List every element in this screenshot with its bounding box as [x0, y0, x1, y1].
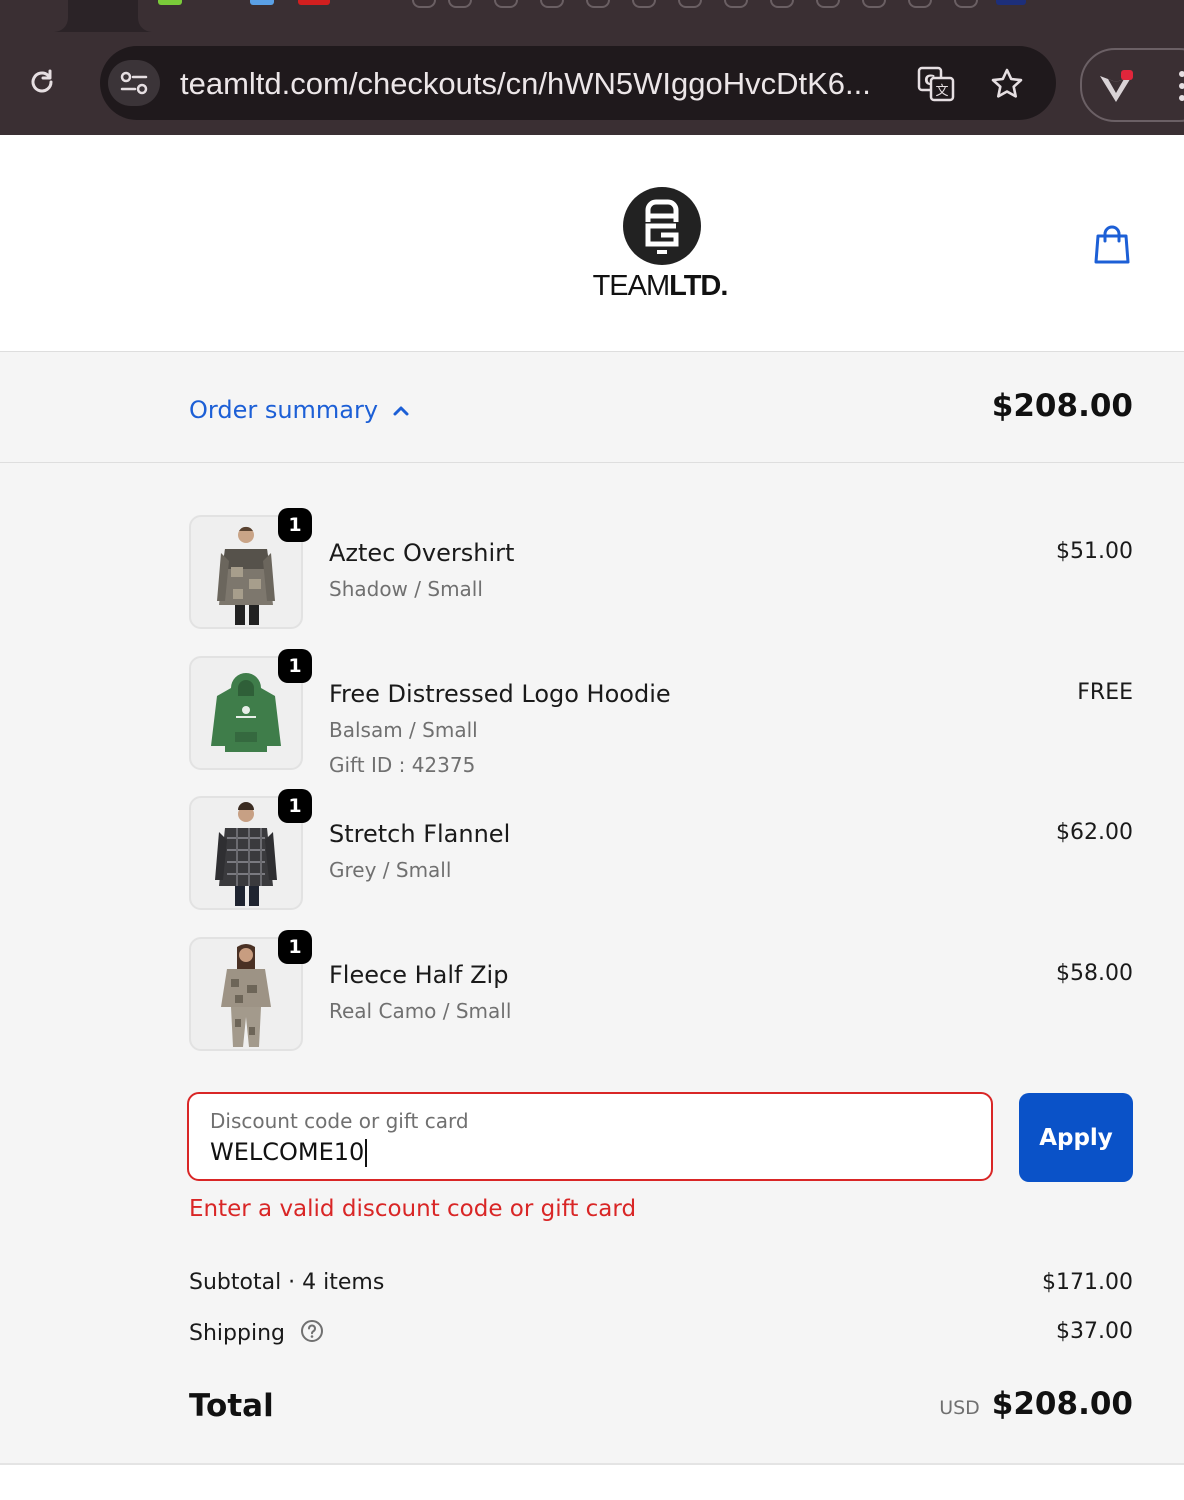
previous-tab[interactable]	[0, 0, 68, 32]
line-item: 1 Stretch Flannel Grey / Small $62.00	[189, 789, 1133, 914]
site-info-icon[interactable]	[108, 60, 160, 106]
order-summary-toggle[interactable]: Order summary	[189, 392, 410, 428]
item-variant: Balsam / Small	[329, 718, 478, 742]
line-item: 1 Fleece Half Zip Real Camo / Small $58.…	[189, 930, 1133, 1055]
chevron-up-icon	[392, 403, 410, 417]
currency-code: USD	[939, 1397, 980, 1419]
brand-wordmark: TEAMLTD.	[560, 270, 760, 303]
shopping-bag-icon[interactable]	[1092, 222, 1132, 266]
translate-icon[interactable]: G文	[914, 64, 958, 104]
tab-favicon	[996, 0, 1026, 5]
quantity-badge: 1	[278, 508, 312, 542]
reload-icon[interactable]	[22, 62, 62, 102]
browser-chrome: teamltd.com/checkouts/cn/hWN5WIggoHvcDtK…	[0, 0, 1184, 135]
item-price: $51.00	[1056, 539, 1133, 564]
quantity-badge: 1	[278, 930, 312, 964]
shipping-row: Shipping $37.00	[189, 1319, 1133, 1349]
total-label: Total	[189, 1388, 274, 1424]
item-name: Fleece Half Zip	[329, 961, 509, 989]
shipping-label: Shipping	[189, 1321, 285, 1346]
product-thumbnail: 1	[189, 508, 312, 629]
line-item: 1 Free Distressed Logo Hoodie Balsam / S…	[189, 649, 1133, 777]
item-variant: Shadow / Small	[329, 577, 483, 601]
apply-button[interactable]: Apply	[1019, 1093, 1133, 1182]
summary-total-price: $208.00	[991, 388, 1133, 424]
discount-input-value[interactable]: WELCOME10	[210, 1138, 368, 1167]
subtotal-label: Subtotal · 4 items	[189, 1270, 385, 1295]
product-thumbnail: 1	[189, 789, 312, 910]
discount-input-label: Discount code or gift card	[210, 1109, 469, 1133]
tab-favicon	[250, 0, 274, 5]
item-price: FREE	[1077, 680, 1133, 705]
url-text[interactable]: teamltd.com/checkouts/cn/hWN5WIggoHvcDtK…	[180, 64, 880, 104]
subtotal-row: Subtotal · 4 items $171.00	[189, 1270, 1133, 1295]
item-price: $58.00	[1056, 961, 1133, 986]
active-tab[interactable]	[138, 0, 1184, 32]
svg-text:文: 文	[935, 84, 948, 99]
subtotal-value: $171.00	[1042, 1270, 1133, 1295]
product-thumbnail: 1	[189, 649, 312, 770]
extension-icon[interactable]	[1094, 66, 1138, 106]
line-item: 1 Aztec Overshirt Shadow / Small $51.00	[189, 508, 1133, 633]
brand-logo-icon[interactable]	[623, 187, 701, 265]
help-circle-icon[interactable]	[300, 1319, 324, 1349]
item-name: Stretch Flannel	[329, 820, 511, 848]
product-thumbnail: 1	[189, 930, 312, 1051]
shipping-value: $37.00	[1056, 1319, 1133, 1344]
discount-error-message: Enter a valid discount code or gift card	[189, 1196, 637, 1222]
order-summary-label: Order summary	[189, 396, 379, 424]
text-caret	[365, 1139, 368, 1167]
item-variant: Grey / Small	[329, 858, 452, 882]
item-gift-id: Gift ID : 42375	[329, 753, 476, 777]
tab-favicon	[158, 0, 182, 5]
quantity-badge: 1	[278, 649, 312, 683]
bookmark-star-icon[interactable]	[985, 62, 1029, 106]
item-variant: Real Camo / Small	[329, 999, 512, 1023]
item-price: $62.00	[1056, 820, 1133, 845]
discount-input-text: WELCOME10	[210, 1138, 365, 1166]
total-amount: USD $208.00	[939, 1386, 1133, 1422]
item-name: Aztec Overshirt	[329, 539, 515, 567]
total-value: $208.00	[991, 1386, 1133, 1422]
quantity-badge: 1	[278, 789, 312, 823]
menu-dots-icon[interactable]	[1176, 66, 1184, 106]
tab-favicon	[298, 0, 330, 5]
brand-wordmark-part: TEAM	[592, 270, 671, 302]
store-header	[0, 135, 1184, 352]
item-name: Free Distressed Logo Hoodie	[329, 680, 671, 708]
tab-strip	[0, 0, 1184, 32]
discount-code-input[interactable]: Discount code or gift card WELCOME10	[187, 1092, 993, 1181]
brand-wordmark-part: LTD.	[669, 270, 728, 302]
